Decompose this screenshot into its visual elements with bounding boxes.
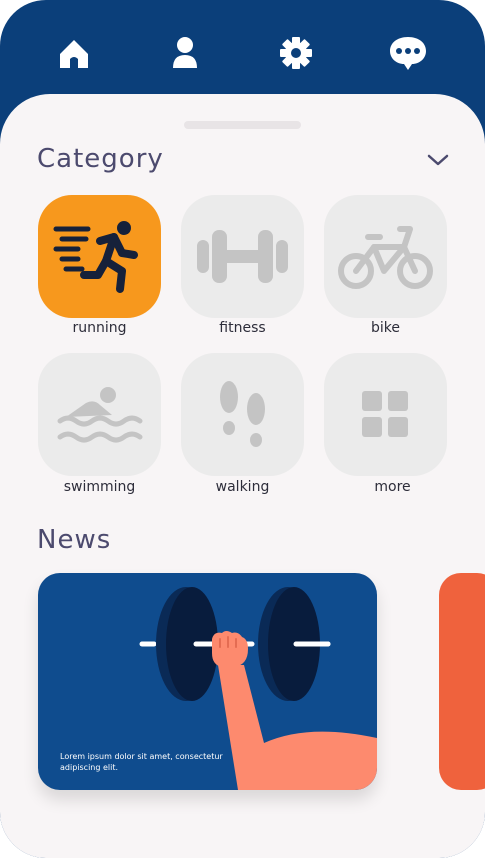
category-tile-swimming[interactable] bbox=[38, 353, 161, 476]
chat-bubble-icon[interactable] bbox=[387, 34, 429, 74]
drag-handle[interactable] bbox=[184, 121, 301, 129]
news-card-text: Lorem ipsum dolor sit amet, consectetur … bbox=[60, 752, 223, 772]
category-label-fitness: fitness bbox=[219, 320, 266, 336]
swimming-icon bbox=[57, 387, 143, 443]
category-label-bike: bike bbox=[371, 320, 400, 336]
category-tile-bike[interactable] bbox=[324, 195, 447, 318]
category-tile-fitness[interactable] bbox=[181, 195, 304, 318]
chevron-down-icon[interactable] bbox=[425, 150, 451, 170]
user-icon[interactable] bbox=[165, 34, 205, 74]
category-tile-more[interactable] bbox=[324, 353, 447, 476]
category-title: Category bbox=[37, 144, 164, 174]
dumbbell-icon bbox=[197, 230, 288, 283]
category-label-running: running bbox=[72, 320, 127, 336]
news-card-next[interactable] bbox=[439, 573, 485, 790]
content-sheet: Category running fitness bike swimming w… bbox=[0, 94, 485, 858]
gear-icon[interactable] bbox=[276, 34, 316, 74]
news-title: News bbox=[37, 525, 112, 555]
phone-frame: Category running fitness bike swimming w… bbox=[0, 0, 485, 858]
category-label-more: more bbox=[374, 479, 411, 495]
running-icon bbox=[53, 221, 138, 293]
footprints-icon bbox=[220, 381, 265, 447]
news-card[interactable]: Lorem ipsum dolor sit amet, consectetur … bbox=[38, 573, 377, 790]
category-label-swimming: swimming bbox=[63, 479, 136, 495]
bicycle-icon bbox=[338, 226, 433, 289]
category-tile-running[interactable] bbox=[38, 195, 161, 318]
home-icon[interactable] bbox=[54, 34, 94, 74]
category-label-walking: walking bbox=[215, 479, 270, 495]
category-tile-walking[interactable] bbox=[181, 353, 304, 476]
grid-icon bbox=[362, 391, 408, 437]
